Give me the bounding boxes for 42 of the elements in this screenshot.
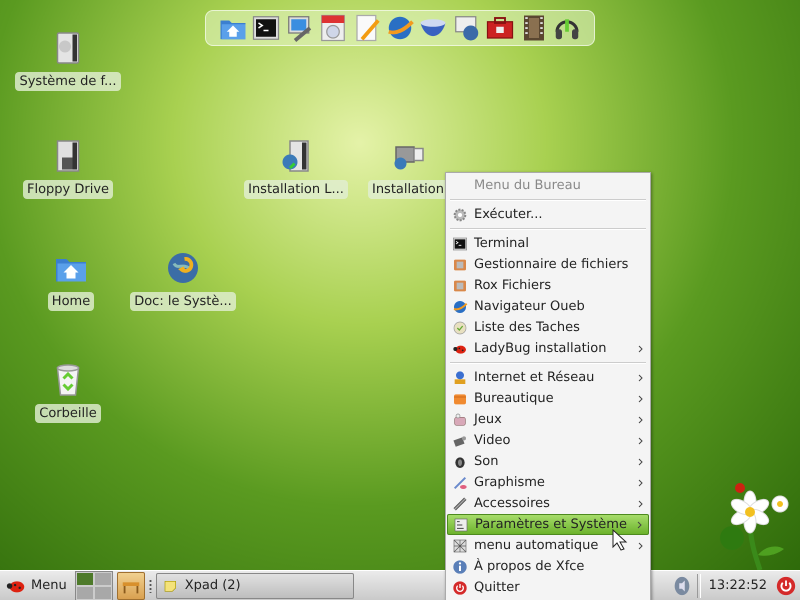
show-desktop-button[interactable] <box>116 572 145 600</box>
menu-item[interactable]: Video <box>447 430 649 451</box>
menu-item[interactable]: Gestionnaire de fichiers <box>447 254 649 275</box>
globe-icon <box>452 298 468 314</box>
info-icon <box>452 558 468 574</box>
desktop-icon-label[interactable]: Système de f... <box>15 72 121 91</box>
desktop-icon-label[interactable]: Installation <box>368 180 448 199</box>
menu-item[interactable]: Jeux <box>447 409 649 430</box>
mouse-cursor-icon <box>612 529 628 551</box>
desktop-icon-label[interactable]: Doc: le Systè... <box>130 292 236 311</box>
menu-title: Menu du Bureau <box>473 177 582 195</box>
terminal-icon <box>251 13 282 43</box>
desktop-icon-label[interactable]: Installation L... <box>244 180 348 199</box>
menu-item[interactable]: Accessoires <box>447 493 649 514</box>
menu-item[interactable]: Terminal <box>447 233 649 254</box>
workspace-cell[interactable] <box>76 586 94 600</box>
power-icon <box>452 580 468 596</box>
menu-item[interactable]: Paramètres et Système <box>447 514 649 535</box>
desktop-icon-label[interactable]: Corbeille <box>35 404 101 423</box>
clock: 13:22:52 <box>708 578 768 593</box>
menu-item[interactable]: Liste des Taches <box>447 317 649 338</box>
workspace-pager[interactable] <box>74 570 113 600</box>
menu-item[interactable]: Exécuter... <box>447 204 649 225</box>
menu-item[interactable]: Rox Fichiers <box>447 275 649 296</box>
menu-item[interactable]: Graphisme <box>447 472 649 493</box>
desktop-icon-label[interactable]: Floppy Drive <box>22 180 114 199</box>
power-icon <box>775 574 797 596</box>
menu-item[interactable]: Bureautique <box>447 388 649 409</box>
task-button[interactable]: Xpad (2) <box>156 572 354 598</box>
gear-icon <box>452 206 468 222</box>
grid-icon <box>452 538 468 554</box>
menu-item[interactable]: Quitter <box>447 577 649 598</box>
desktop-icon-label[interactable]: Home <box>48 292 94 311</box>
menu-button[interactable]: Menu <box>31 578 71 593</box>
menu-item[interactable]: LadyBug installation <box>447 338 649 359</box>
terminal-icon <box>452 236 468 252</box>
menu-item[interactable]: Internet et Réseau <box>447 367 649 388</box>
menu-item[interactable]: Navigateur Oueb <box>447 296 649 317</box>
workspace-cell[interactable] <box>94 572 112 586</box>
workspace-cell[interactable] <box>76 572 94 586</box>
menu-item[interactable]: À propos de Xfce <box>447 556 649 577</box>
menu-item[interactable]: Son <box>447 451 649 472</box>
